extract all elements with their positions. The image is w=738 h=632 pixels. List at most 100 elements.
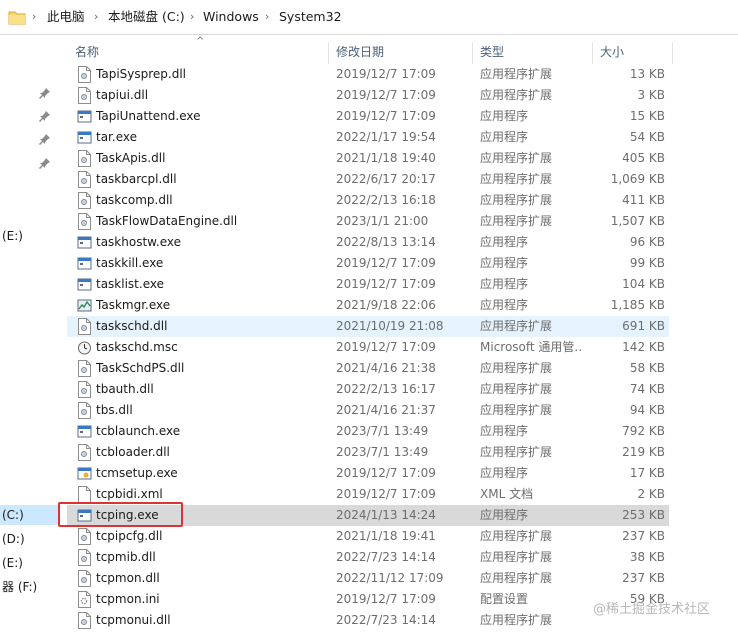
dll-icon — [77, 150, 92, 167]
file-size: 99 KB — [629, 256, 665, 270]
file-size: 219 KB — [622, 445, 665, 459]
file-row[interactable]: Taskmgr.exe 2021/9/18 22:06 应用程序 1,185 KB — [67, 295, 669, 316]
file-row[interactable]: tcpmonui.dll 2022/7/23 14:14 应用程序扩展 — [67, 610, 669, 631]
file-row[interactable]: TapiSysprep.dll 2019/12/7 17:09 应用程序扩展 13 K… — [67, 64, 669, 85]
column-type-header[interactable]: 类型 — [480, 38, 504, 64]
file-size: 17 KB — [629, 466, 665, 480]
file-type: Microsoft 通用管... — [480, 340, 582, 354]
column-divider[interactable] — [672, 42, 673, 64]
file-name: TaskApis.dll — [96, 151, 166, 165]
file-row[interactable]: tar.exe 2022/1/17 19:54 应用程序 54 KB — [67, 127, 669, 148]
file-row[interactable]: TapiUnattend.exe 2019/12/7 17:09 应用程序 15 KB — [67, 106, 669, 127]
annotation-highlight-box — [58, 502, 183, 527]
dll-icon — [77, 570, 92, 587]
column-date-header[interactable]: 修改日期 — [336, 38, 384, 64]
breadcrumb-this-pc[interactable]: 此电脑 — [47, 0, 85, 34]
file-size: 142 KB — [622, 340, 665, 354]
file-date-modified: 2022/2/13 16:18 — [336, 193, 436, 207]
file-name: TaskSchdPS.dll — [96, 361, 185, 375]
file-type: 应用程序扩展 — [480, 193, 553, 207]
file-row[interactable]: tcblaunch.exe 2023/7/1 13:49 应用程序 792 KB — [67, 421, 669, 442]
file-row[interactable]: TaskApis.dll 2021/1/18 19:40 应用程序扩展 405 KB — [67, 148, 669, 169]
file-name: tapiui.dll — [96, 88, 149, 102]
file-date-modified: 2019/12/7 17:09 — [336, 487, 436, 501]
file-size: 1,069 KB — [610, 172, 665, 186]
nav-drive-c[interactable]: (C:) — [0, 505, 60, 525]
file-row[interactable]: tcpmib.dll 2022/7/23 14:14 应用程序扩展 38 KB — [67, 547, 669, 568]
address-bar[interactable]: › 此电脑 › 本地磁盘 (C:) › Windows › System32 — [0, 0, 738, 35]
file-size: 411 KB — [622, 193, 665, 207]
nav-drive-e-pinned[interactable]: (E:) — [2, 226, 23, 246]
file-row[interactable]: TaskSchdPS.dll 2021/4/16 21:38 应用程序扩展 58 KB — [67, 358, 669, 379]
breadcrumb-system32[interactable]: System32 — [279, 0, 342, 34]
file-row[interactable]: tasklist.exe 2019/12/7 17:09 应用程序 104 KB — [67, 274, 669, 295]
file-icon — [77, 486, 92, 503]
column-divider[interactable] — [592, 42, 593, 64]
column-size-header[interactable]: 大小 — [600, 38, 624, 64]
file-name: tcpipcfg.dll — [96, 529, 163, 543]
file-date-modified: 2019/12/7 17:09 — [336, 256, 436, 270]
file-date-modified: 2024/1/13 14:24 — [336, 508, 436, 522]
file-name: taskcomp.dll — [96, 193, 173, 207]
file-type: 应用程序扩展 — [480, 151, 553, 165]
exe-icon — [77, 423, 92, 440]
file-row[interactable]: tbs.dll 2021/4/16 21:37 应用程序扩展 94 KB — [67, 400, 669, 421]
file-row[interactable]: tcbloader.dll 2023/7/1 13:49 应用程序扩展 219 KB — [67, 442, 669, 463]
file-row[interactable]: taskschd.dll 2021/10/19 21:08 应用程序扩展 691 KB — [67, 316, 669, 337]
file-row[interactable]: tbauth.dll 2022/2/13 16:17 应用程序扩展 74 KB — [67, 379, 669, 400]
file-date-modified: 2022/7/23 14:14 — [336, 613, 436, 627]
column-divider[interactable] — [328, 42, 329, 64]
pin-icon — [39, 110, 51, 122]
file-size: 405 KB — [622, 151, 665, 165]
file-row[interactable]: tcpmon.dll 2022/11/12 17:09 应用程序扩展 237 KB — [67, 568, 669, 589]
file-row[interactable]: taskcomp.dll 2022/2/13 16:18 应用程序扩展 411 KB — [67, 190, 669, 211]
file-row[interactable]: tcpmon.ini 2019/12/7 17:09 配置设置 59 KB — [67, 589, 669, 610]
file-name: tcbloader.dll — [96, 445, 170, 459]
file-type: 应用程序扩展 — [480, 613, 553, 627]
file-row[interactable]: tapiui.dll 2019/12/7 17:09 应用程序扩展 3 KB — [67, 85, 669, 106]
file-type: 配置设置 — [480, 592, 529, 606]
exe-icon — [77, 129, 92, 146]
file-row[interactable]: taskschd.msc 2019/12/7 17:09 Microsoft 通用管… — [67, 337, 669, 358]
breadcrumb-separator: › — [94, 10, 99, 23]
file-name: tcblaunch.exe — [96, 424, 181, 438]
nav-drive-f[interactable]: 器 (F:) — [2, 577, 37, 597]
file-row[interactable]: taskkill.exe 2019/12/7 17:09 应用程序 99 KB — [67, 253, 669, 274]
column-name-header[interactable]: 名称 — [75, 38, 99, 64]
exe-icon — [77, 276, 92, 293]
file-row[interactable]: TaskFlowDataEngine.dll 2023/1/1 21:00 应用程序… — [67, 211, 669, 232]
dll-icon — [77, 66, 92, 83]
dll-icon — [77, 87, 92, 104]
file-type: 应用程序 — [480, 277, 529, 291]
file-date-modified: 2021/1/18 19:41 — [336, 529, 436, 543]
dll-icon — [77, 192, 92, 209]
pin-icon — [39, 133, 51, 145]
watermark: @稀土掘金技术社区 — [593, 602, 711, 617]
file-date-modified: 2021/1/18 19:40 — [336, 151, 436, 165]
file-name: TapiSysprep.dll — [96, 67, 187, 81]
file-size: 1,507 KB — [610, 214, 665, 228]
exe-icon — [77, 255, 92, 272]
nav-drive-d[interactable]: (D:) — [2, 529, 25, 549]
column-header: ^ 名称 修改日期 类型 大小 — [60, 36, 738, 64]
file-date-modified: 2019/12/7 17:09 — [336, 592, 436, 606]
file-row[interactable]: tcpipcfg.dll 2021/1/18 19:41 应用程序扩展 237 KB — [67, 526, 669, 547]
file-type: 应用程序扩展 — [480, 403, 553, 417]
file-row[interactable]: taskbarcpl.dll 2022/6/17 20:17 应用程序扩展 1,069… — [67, 169, 669, 190]
breadcrumb-separator: › — [265, 10, 270, 23]
file-type: 应用程序 — [480, 424, 529, 438]
file-date-modified: 2021/4/16 21:37 — [336, 403, 436, 417]
file-size: 54 KB — [629, 130, 665, 144]
sort-ascending-icon: ^ — [196, 36, 205, 47]
nav-drive-e[interactable]: (E:) — [2, 553, 23, 573]
breadcrumb-local-disk-c[interactable]: 本地磁盘 (C:) — [108, 0, 185, 34]
column-divider[interactable] — [472, 42, 473, 64]
file-type: 应用程序扩展 — [480, 67, 553, 81]
file-name: tasklist.exe — [96, 277, 164, 291]
file-row[interactable]: tcmsetup.exe 2019/12/7 17:09 应用程序 17 KB — [67, 463, 669, 484]
breadcrumb-windows[interactable]: Windows — [203, 0, 259, 34]
file-row[interactable]: taskhostw.exe 2022/8/13 13:14 应用程序 96 KB — [67, 232, 669, 253]
file-type: 应用程序扩展 — [480, 550, 553, 564]
file-size: 253 KB — [622, 508, 665, 522]
file-type: 应用程序扩展 — [480, 214, 553, 228]
